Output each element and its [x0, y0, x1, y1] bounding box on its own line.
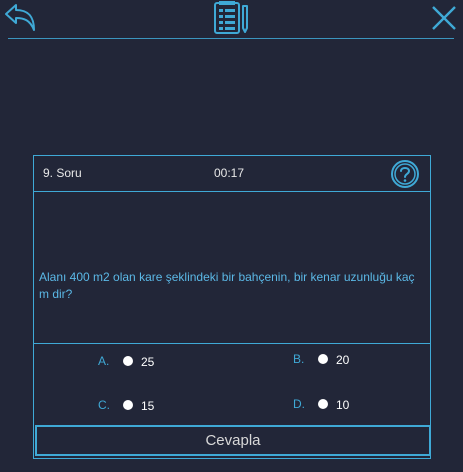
option-letter: B.	[293, 352, 305, 366]
radio-button[interactable]	[318, 354, 328, 364]
question-number: 9. Soru	[43, 166, 82, 180]
question-mark-icon	[391, 160, 419, 188]
option-letter: D.	[293, 397, 305, 411]
question-text: Alanı 400 m2 olan kare şeklindeki bir ba…	[39, 270, 415, 301]
question-header: 9. Soru 00:17	[34, 156, 430, 192]
option-value: 15	[141, 399, 155, 413]
option-value: 20	[336, 353, 350, 367]
option-d[interactable]: D. 10	[293, 397, 373, 415]
option-value: 25	[141, 355, 155, 369]
option-b[interactable]: B. 20	[293, 352, 373, 370]
back-arrow-icon	[5, 4, 35, 31]
option-c[interactable]: C. 15	[98, 398, 178, 416]
question-timer: 00:17	[214, 166, 245, 180]
option-value: 10	[336, 398, 350, 412]
radio-button[interactable]	[123, 356, 133, 366]
close-button[interactable]	[430, 5, 458, 31]
back-button[interactable]	[2, 2, 36, 34]
submit-answer-button[interactable]: Cevapla	[35, 425, 431, 456]
notepad-pencil-icon	[212, 0, 252, 36]
header-divider	[8, 38, 454, 39]
question-panel: 9. Soru 00:17 Alanı 400 m2 olan kare şek…	[33, 155, 431, 459]
option-letter: C.	[98, 398, 110, 412]
radio-button[interactable]	[123, 400, 133, 410]
options-divider	[34, 343, 430, 344]
top-bar	[0, 0, 463, 40]
option-a[interactable]: A. 25	[98, 354, 178, 372]
close-icon	[432, 6, 456, 30]
help-button[interactable]	[390, 159, 420, 189]
radio-button[interactable]	[318, 399, 328, 409]
option-letter: A.	[98, 354, 110, 368]
